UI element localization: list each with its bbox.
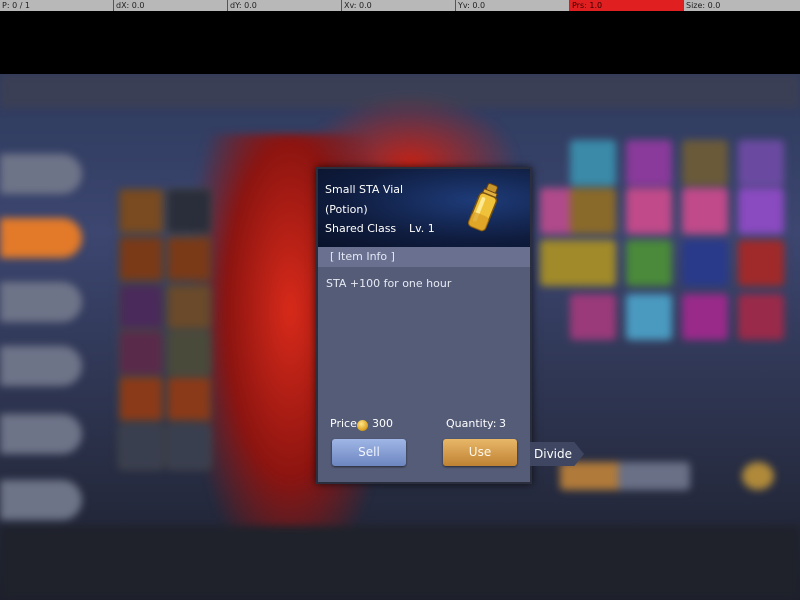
- divide-button[interactable]: Divide: [530, 442, 584, 466]
- side-tab-5: [0, 414, 82, 454]
- bag-slot: [626, 294, 672, 340]
- equip-slot: [118, 376, 164, 422]
- bag-slot: [738, 294, 784, 340]
- equip-slot: [118, 188, 164, 234]
- dy-readout: dY: 0.0: [228, 0, 342, 11]
- bag-slot: [682, 294, 728, 340]
- bag-slot: [738, 140, 784, 186]
- equip-slot: [118, 284, 164, 330]
- gold-coin-icon: [357, 420, 368, 431]
- bag-slot: [682, 140, 728, 186]
- debug-status-bar: P: 0 / 1 dX: 0.0 dY: 0.0 Xv: 0.0 Yv: 0.0…: [0, 0, 800, 11]
- quantity-label: Quantity:: [446, 417, 497, 430]
- xv-readout: Xv: 0.0: [342, 0, 456, 11]
- bag-slot: [570, 188, 616, 234]
- bag-slot: [626, 140, 672, 186]
- potion-vial-icon: [467, 181, 500, 235]
- price-value: 300: [372, 417, 393, 430]
- use-button[interactable]: Use: [443, 439, 517, 466]
- side-tab-1: [0, 154, 82, 194]
- equip-slot: [166, 376, 212, 422]
- quantity-value: 3: [499, 417, 506, 430]
- equip-slot: [118, 236, 164, 282]
- item-level: Lv. 1: [409, 222, 435, 235]
- equip-slot: [166, 236, 212, 282]
- pressure-readout: Prs: 1.0: [570, 0, 684, 11]
- background-button: [618, 462, 690, 490]
- price-quantity-row: Price 300 Quantity: 3: [318, 417, 530, 435]
- side-tab-3: [0, 282, 82, 322]
- equip-slot: [118, 330, 164, 376]
- background-button: [742, 462, 774, 490]
- equip-slot: [166, 330, 212, 376]
- bag-slot: [626, 240, 672, 286]
- side-tab-6: [0, 480, 82, 520]
- sell-button[interactable]: Sell: [332, 439, 406, 466]
- equip-slot: [166, 284, 212, 330]
- equip-slot: [166, 188, 212, 234]
- bag-slot: [738, 240, 784, 286]
- bag-slot: [682, 188, 728, 234]
- bag-slot: [738, 188, 784, 234]
- bag-slot: [570, 294, 616, 340]
- dx-readout: dX: 0.0: [114, 0, 228, 11]
- equip-slot: [118, 424, 164, 470]
- side-tab-4: [0, 346, 82, 386]
- bag-slot: [570, 140, 616, 186]
- item-type: (Potion): [325, 203, 368, 216]
- item-info-section-title: [ Item Info ]: [318, 247, 530, 267]
- item-header: Small STA Vial (Potion) Shared Class Lv.…: [318, 169, 530, 247]
- bag-slot: [682, 240, 728, 286]
- bag-slot: [626, 188, 672, 234]
- price-label: Price: [330, 417, 357, 430]
- bottom-bar: [0, 526, 800, 600]
- item-info-popup: Small STA Vial (Potion) Shared Class Lv.…: [316, 167, 532, 484]
- equip-slot: [166, 424, 212, 470]
- item-description: STA +100 for one hour: [326, 277, 452, 290]
- item-name: Small STA Vial: [325, 183, 404, 196]
- pointer-readout: P: 0 / 1: [0, 0, 114, 11]
- yv-readout: Yv: 0.0: [456, 0, 570, 11]
- side-tab-2: [0, 218, 82, 258]
- item-class: Shared Class: [325, 222, 397, 235]
- size-readout: Size: 0.0: [686, 1, 721, 10]
- bag-slot: [570, 240, 616, 286]
